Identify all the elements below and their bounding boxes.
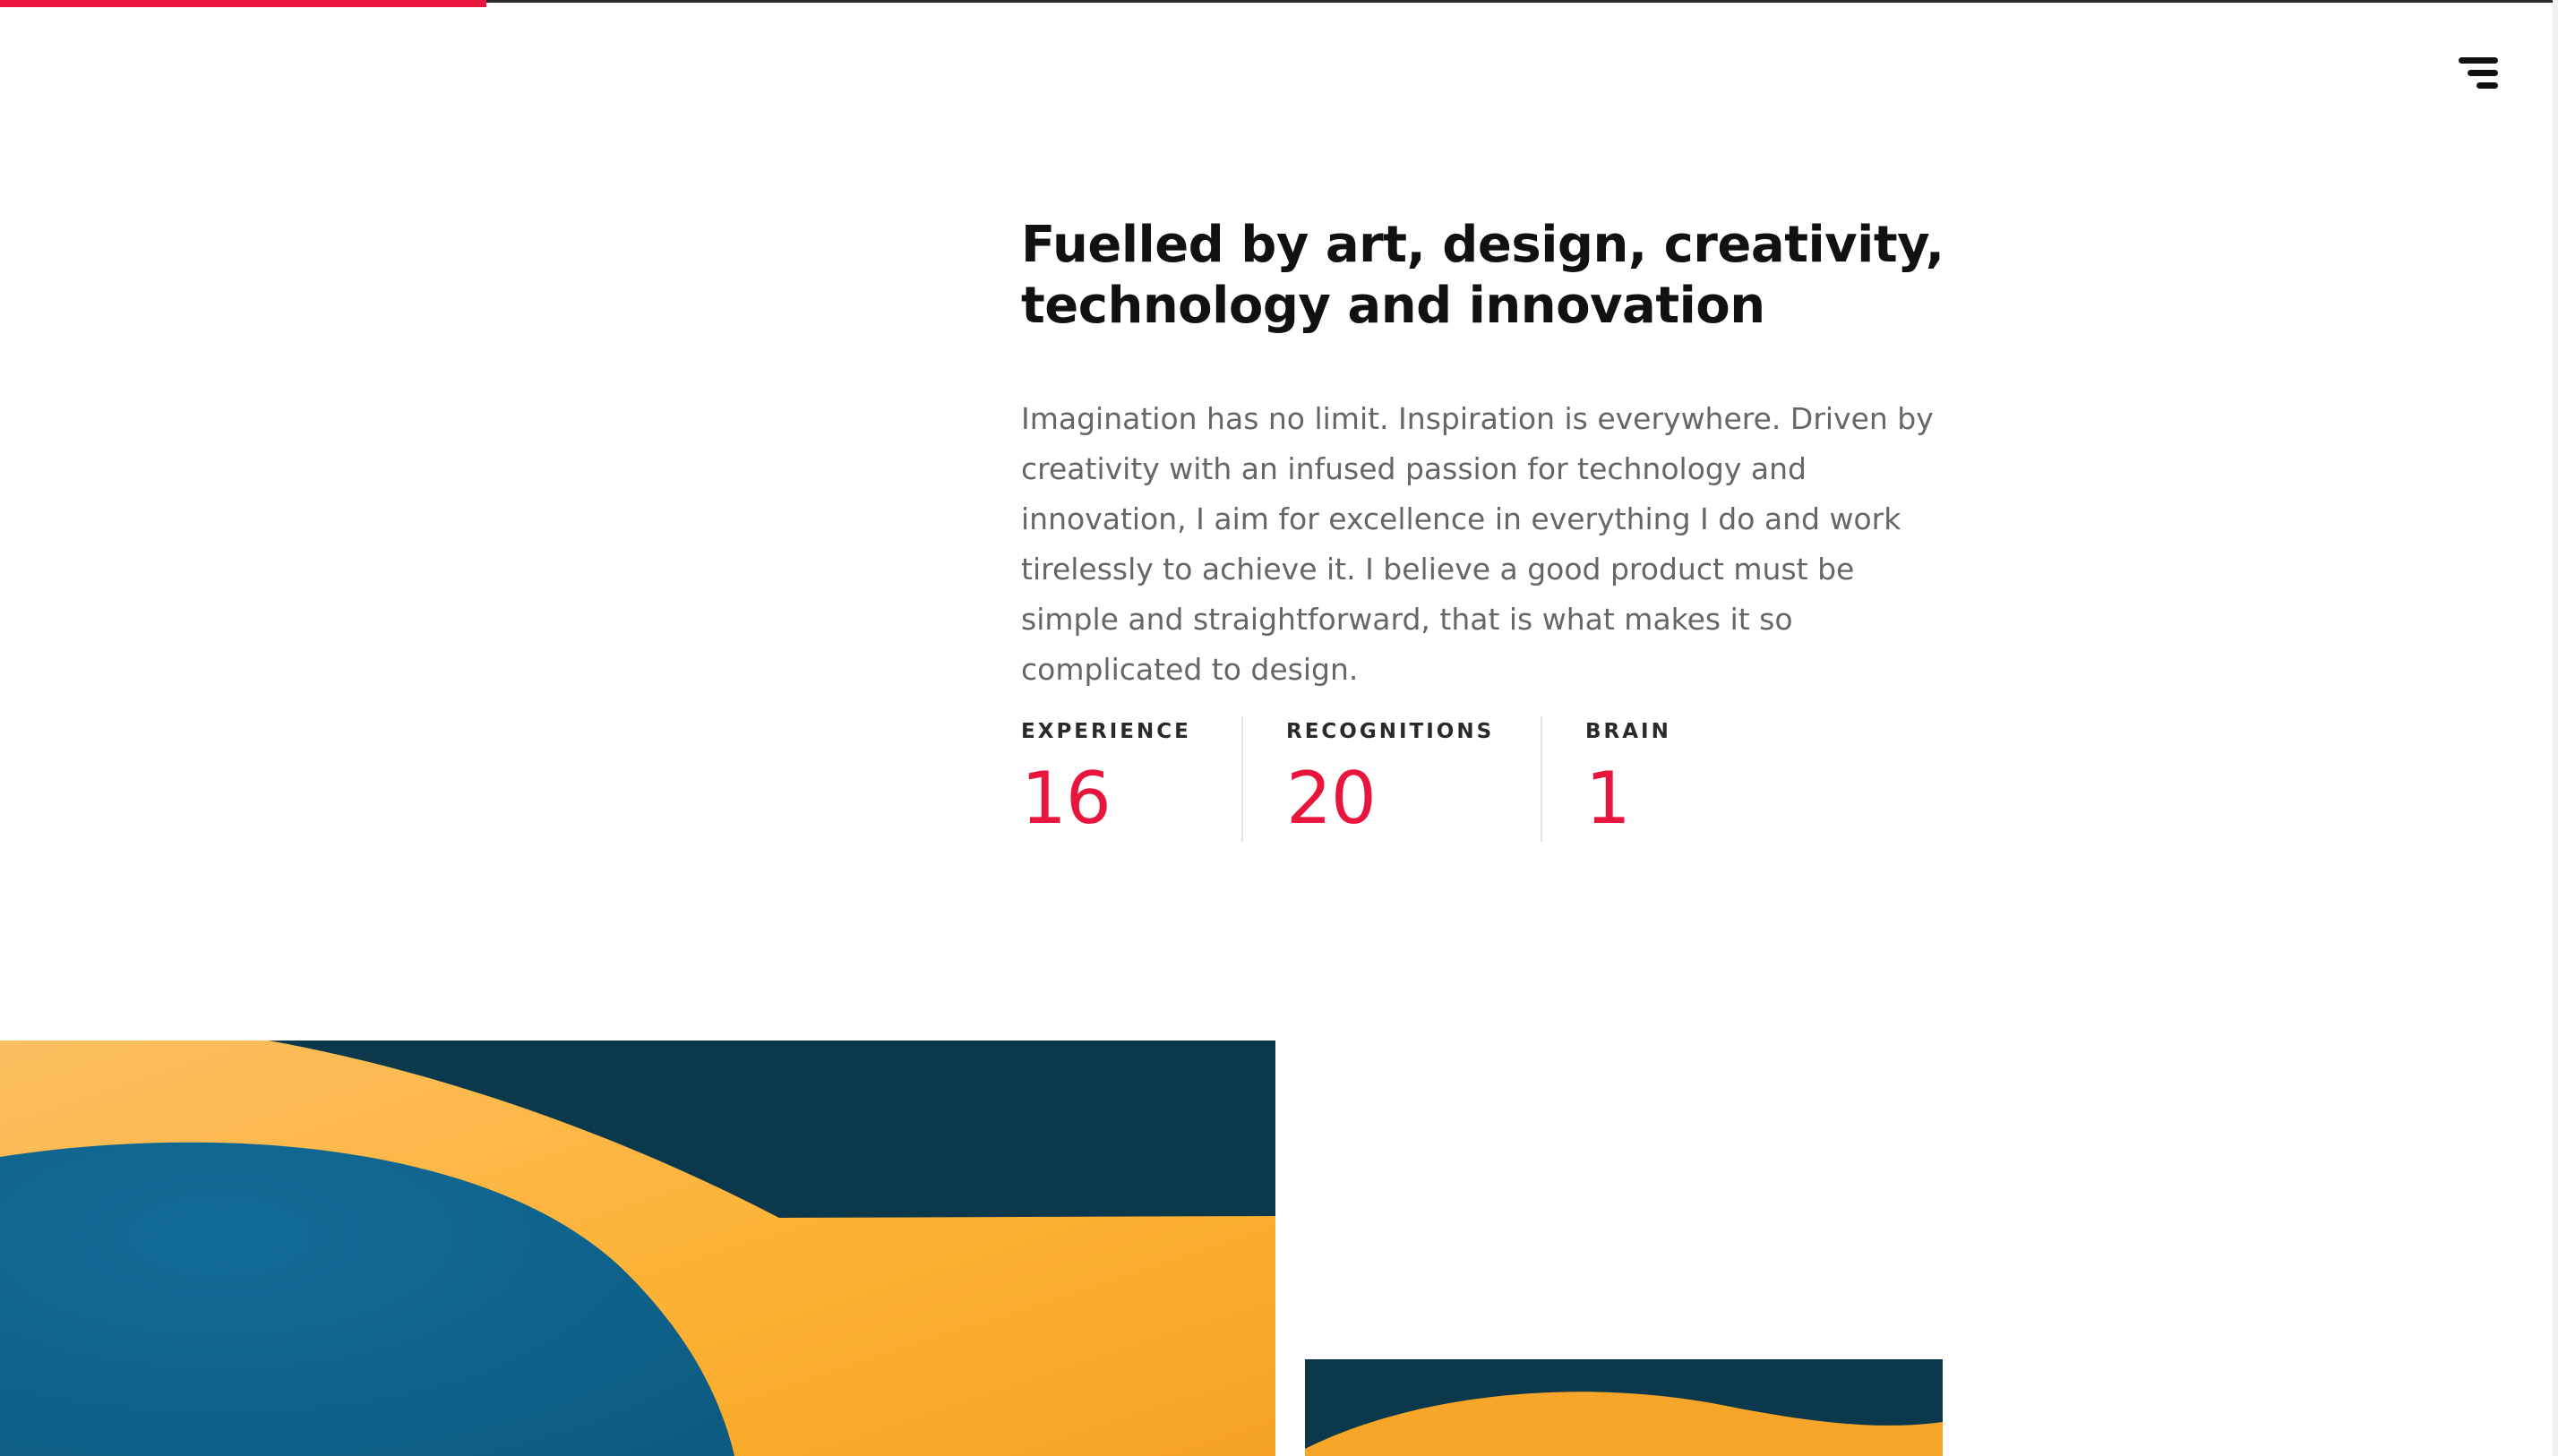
page: Fuelled by art, design, creativity, tech… — [0, 0, 2558, 1456]
abstract-artwork-thumbnail — [1305, 1359, 1943, 1456]
about-paragraph: Imagination has no limit. Inspiration is… — [1021, 401, 1934, 687]
stat-label: EXPERIENCE — [1021, 720, 1191, 743]
abstract-thumbnail-graphic — [1305, 1359, 1943, 1456]
menu-line-2 — [2468, 70, 2498, 76]
menu-line-1 — [2459, 57, 2498, 64]
stat-label: RECOGNITIONS — [1286, 720, 1495, 743]
scroll-progress-bar — [0, 0, 486, 7]
stat-brain: BRAIN 1 — [1541, 716, 1720, 842]
scrollbar[interactable] — [2553, 0, 2558, 1456]
about-section: Fuelled by art, design, creativity, tech… — [1021, 215, 1961, 695]
stat-experience: EXPERIENCE 16 — [1021, 716, 1241, 842]
stat-value: 16 — [1021, 757, 1112, 840]
abstract-artwork-graphic — [0, 1041, 1275, 1456]
about-headline: Fuelled by art, design, creativity, tech… — [1021, 216, 1944, 335]
stat-value: 20 — [1286, 757, 1377, 840]
hamburger-menu-icon[interactable] — [2441, 50, 2498, 97]
stat-label: BRAIN — [1585, 720, 1671, 743]
abstract-artwork-image — [0, 1041, 1275, 1456]
stat-value: 1 — [1585, 757, 1631, 840]
stat-recognitions: RECOGNITIONS 20 — [1241, 716, 1541, 842]
menu-line-3 — [2476, 82, 2498, 89]
stats-row: EXPERIENCE 16 RECOGNITIONS 20 BRAIN 1 — [1021, 716, 1720, 842]
